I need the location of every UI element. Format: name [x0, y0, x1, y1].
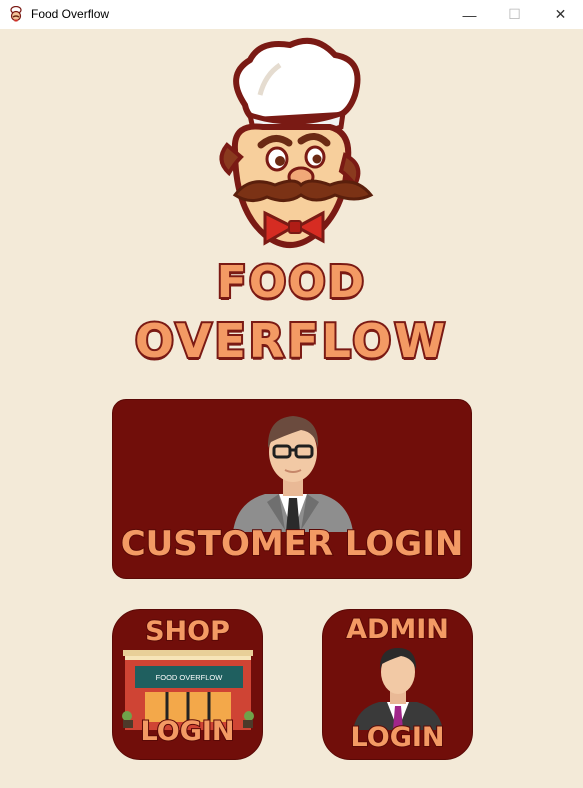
- maximize-button[interactable]: ☐: [492, 0, 537, 29]
- customer-login-label: CUSTOMER LOGIN: [120, 523, 465, 565]
- app-chef-icon: [10, 6, 22, 22]
- chef-mascot-icon: [219, 37, 374, 248]
- customer-login-button[interactable]: CUSTOMER LOGIN: [112, 399, 472, 579]
- maximize-icon: ☐: [508, 6, 521, 22]
- brand-title-line2: OVERFLOW: [133, 312, 449, 370]
- minimize-icon: —: [462, 6, 477, 23]
- businessman-icon: [233, 416, 353, 532]
- close-icon: ✕: [554, 6, 567, 22]
- admin-login-button[interactable]: ADMIN LOGIN: [322, 609, 473, 760]
- shop-login-button[interactable]: FOOD OVERFLOW SHOP LOGIN: [112, 609, 263, 760]
- window-title: Food Overflow: [31, 7, 110, 21]
- admin-person-icon: [353, 648, 443, 730]
- shop-login-bottom-label: LOGIN: [140, 715, 236, 748]
- minimize-button[interactable]: —: [447, 0, 492, 29]
- brand-title-line1: FOOD: [215, 255, 367, 310]
- shop-sign-text: FOOD OVERFLOW: [156, 673, 224, 682]
- close-button[interactable]: ✕: [538, 0, 583, 29]
- shop-login-top-label: SHOP: [144, 615, 231, 648]
- admin-login-bottom-label: LOGIN: [350, 721, 446, 754]
- window-titlebar[interactable]: Food Overflow — ☐ ✕: [0, 0, 583, 29]
- admin-login-top-label: ADMIN: [345, 613, 450, 646]
- main-content: FOOD OVERFLOW CUSTOMER LOGIN FOOD OVERFL…: [0, 29, 583, 788]
